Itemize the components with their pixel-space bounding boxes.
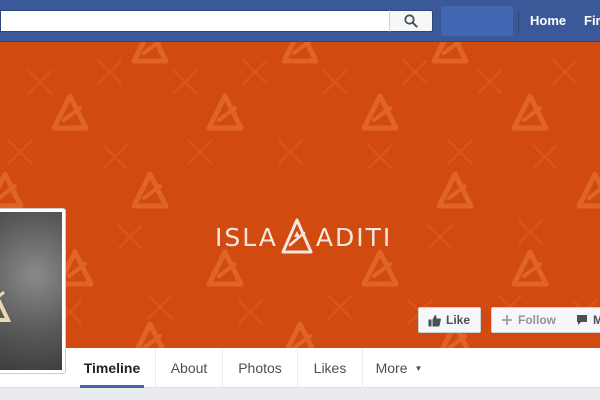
tab-likes-label: Likes [313,360,347,376]
speech-bubble-icon [577,315,587,325]
message-button[interactable]: M [568,307,600,333]
follow-label: Follow [518,313,556,327]
pattern-logo-marks [0,42,600,348]
top-navigation-bar: Home Fir [0,0,600,42]
follow-button[interactable]: Follow [491,307,569,333]
tab-photos-label: Photos [238,360,282,376]
cover-photo[interactable]: ISLA ADITI [0,42,600,348]
tab-likes[interactable]: Likes [298,348,362,388]
cover-pattern [0,42,600,348]
pattern-crosses [6,58,599,326]
cover-title-left: ISLA [215,222,278,252]
logo-mark-icon [281,218,313,254]
tab-timeline[interactable]: Timeline [76,348,148,388]
search-input[interactable] [0,10,433,32]
like-button[interactable]: Like [418,307,481,333]
cover-title-right: ADITI [315,222,393,252]
profile-picture-image [0,212,62,370]
plus-icon [502,315,512,325]
profile-shortcut[interactable] [441,6,513,36]
caret-down-icon: ▼ [414,363,423,373]
magnifier-icon [404,14,418,28]
profile-logo-icon [0,290,12,322]
profile-picture[interactable] [0,208,66,374]
tab-more-label: More [375,360,408,376]
tab-about-label: About [170,360,208,376]
search-button[interactable] [389,10,433,32]
cover-logo: ISLA ADITI [215,217,392,257]
message-label: M [593,313,600,327]
tab-photos[interactable]: Photos [223,348,297,388]
nav-find-friends-link[interactable]: Fir [584,13,600,28]
tab-more[interactable]: More ▼ [363,348,435,388]
tab-about[interactable]: About [156,348,222,388]
tab-timeline-label: Timeline [83,360,141,376]
nav-home-link[interactable]: Home [530,13,566,28]
profile-tab-bar: Timeline About Photos Likes More ▼ [0,348,600,388]
nav-divider [518,11,519,31]
thumbs-up-icon [428,314,441,326]
like-label: Like [446,313,471,327]
